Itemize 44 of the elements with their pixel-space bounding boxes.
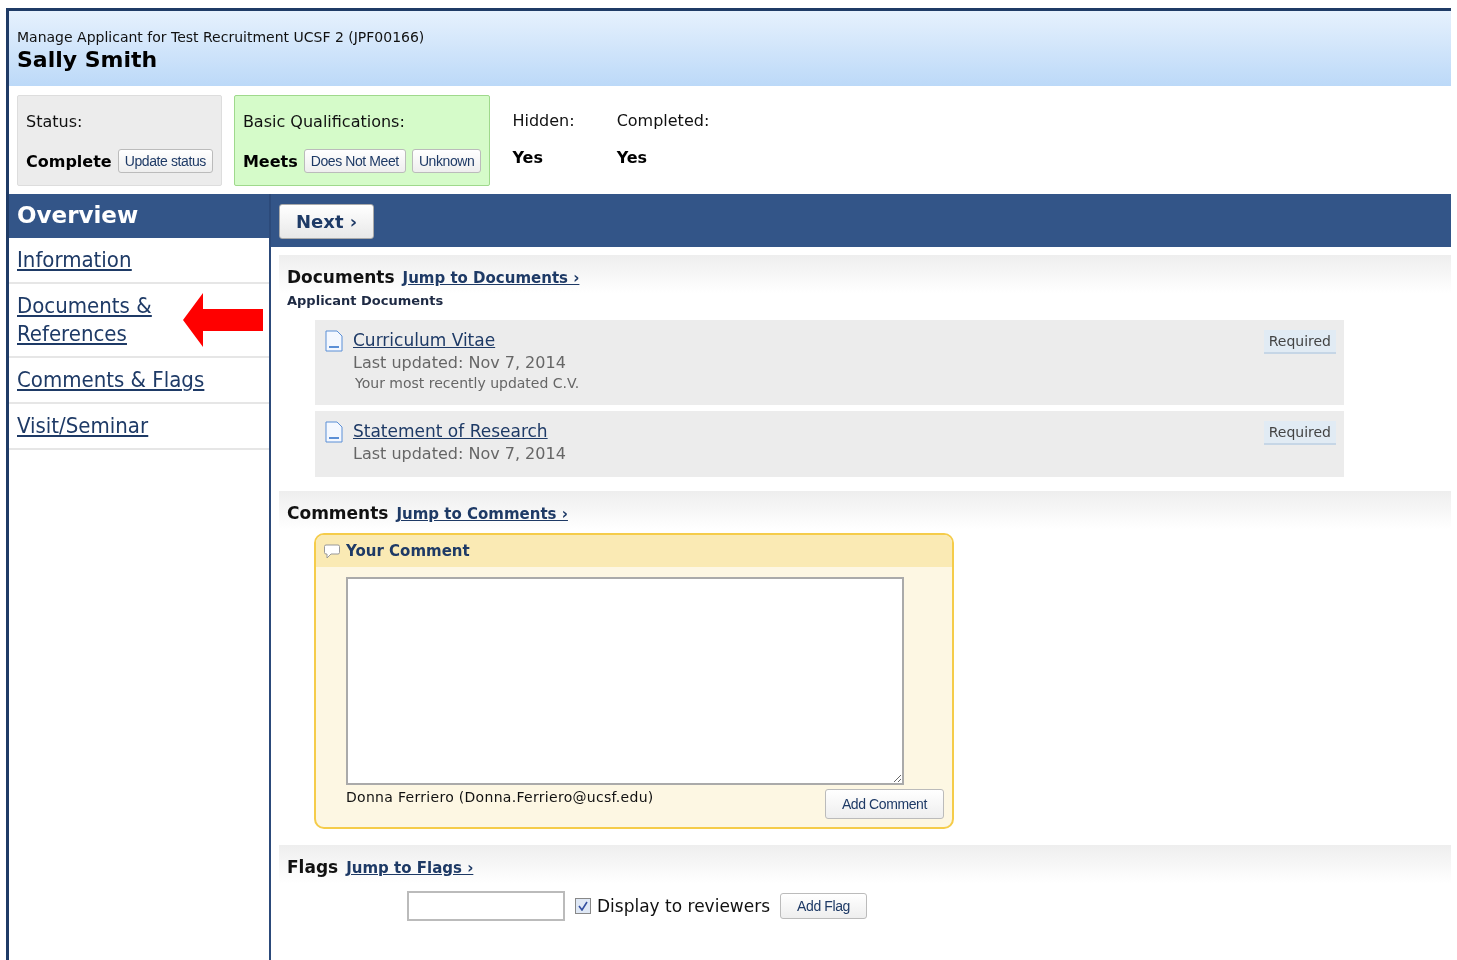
required-tag: Required [1263,421,1336,445]
section-title: Flags [287,857,339,877]
speech-bubble-icon [324,543,340,559]
page-subtitle: Manage Applicant for Test Recruitment UCSF 2 (JPF00166) [17,29,426,45]
comment-author: Donna Ferriero (Donna.Ferriero@ucsf.edu) [346,789,654,805]
reviewers-checkbox[interactable] [575,898,591,914]
qualification-button[interactable]: Does Not Meet [303,149,406,173]
document-icon [325,330,343,352]
document-link[interactable]: Curriculum Vitae [353,330,1254,350]
sidebar-link[interactable]: Documents & References [9,284,269,358]
comment-field[interactable] [346,577,904,785]
qualification-button[interactable]: Unknown [411,149,482,173]
qualifications-value: Meets [242,151,298,171]
jump-link[interactable]: Jump to Flags › [346,859,474,877]
update-status-button[interactable]: Update status [117,149,213,173]
sidebar-link[interactable]: Visit/Seminar [9,404,269,450]
sidebar-link[interactable]: Comments & Flags [9,358,269,404]
fact-value: Yes [616,148,649,167]
documents-subtitle: Applicant Documents [286,293,445,310]
jump-link[interactable]: Jump to Documents › [402,269,580,287]
checkbox-label: Display to reviewers [597,896,771,916]
document-icon [325,421,343,443]
document-link[interactable]: Statement of Research [353,421,1254,441]
fact-label: Hidden: [512,111,575,130]
flag-field[interactable] [407,891,565,921]
fact-label: Completed: [616,111,710,130]
add-comment-button[interactable]: Add Comment [824,789,944,819]
fact-value: Yes [512,148,544,167]
required-tag: Required [1263,330,1336,354]
document-description: Your most recently updated C.V. [354,375,581,391]
section-title: Documents [287,267,395,287]
applicant-name: Sally Smith [17,47,159,72]
status-label: Status: [26,112,84,131]
add-flag-button[interactable]: Add Flag [780,893,867,919]
comment-title: Your Comment [346,542,470,560]
sidebar-title: Overview [9,194,269,238]
document-updated: Last updated: Nov 7, 2014 [353,353,567,372]
sidebar-link[interactable]: Information [9,238,269,284]
section-title: Comments [287,503,389,523]
document-updated: Last updated: Nov 7, 2014 [353,444,567,463]
jump-link[interactable]: Jump to Comments › [396,505,568,523]
next-button[interactable]: Next › [279,204,375,239]
qualifications-label: Basic Qualifications: [242,112,406,131]
status-value: Complete [26,151,112,171]
